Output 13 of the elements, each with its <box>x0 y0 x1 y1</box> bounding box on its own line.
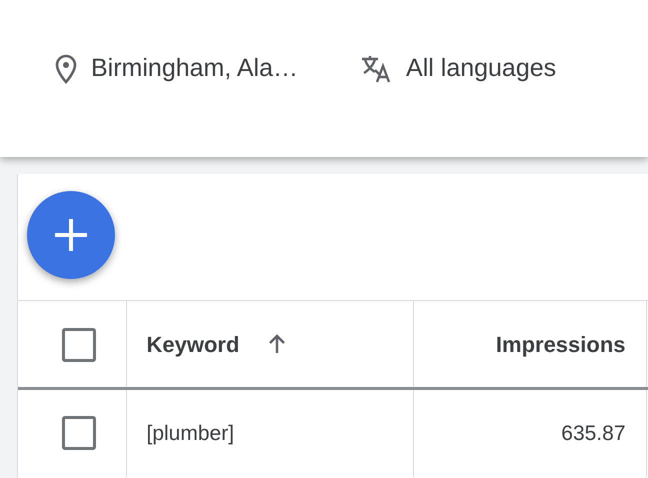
language-filter[interactable]: All languages <box>406 50 556 88</box>
translate-icon <box>360 54 392 84</box>
table-cell: 635.87 <box>561 422 626 444</box>
add-button[interactable] <box>27 191 115 279</box>
table-cell: [plumber] <box>146 422 234 444</box>
column-header[interactable]: Impressions <box>496 332 626 356</box>
plus-icon <box>53 217 89 253</box>
select-all-checkbox[interactable] <box>62 328 96 362</box>
sort-arrow-icon[interactable] <box>268 332 286 354</box>
row-checkbox[interactable] <box>62 416 96 450</box>
column-header[interactable]: Keyword <box>146 332 240 356</box>
location-filter[interactable]: Birmingham, Ala… <box>91 50 298 88</box>
location-pin-icon <box>55 54 77 84</box>
